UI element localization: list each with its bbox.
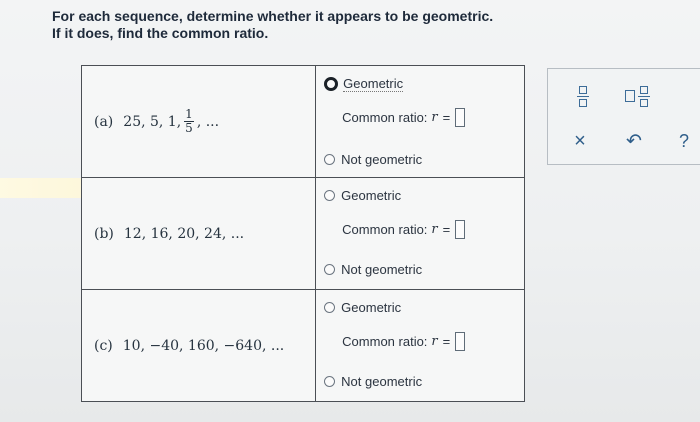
sequence-label: (b) [94,225,114,242]
radio-label: Not geometric [341,262,423,277]
sequence-terms: 25, 5, 1, [123,113,182,130]
clear-icon[interactable]: × [569,129,591,153]
common-ratio-input[interactable] [455,108,466,127]
radio-button[interactable] [324,302,336,313]
radio-label: Geometric [343,76,404,92]
radio-label: Not geometric [341,374,423,389]
ratio-variable: r [431,110,438,125]
prompt-line-1: For each sequence, determine whether it … [52,8,494,24]
common-ratio-row: Common ratio: r = [342,108,466,127]
common-ratio-label: Common ratio: [342,222,428,237]
sequence-terms: 12, 16, 20, 24, ... [123,225,245,242]
options-cell-a: Geometric Common ratio: r = Not geometri… [315,65,525,178]
undo-icon[interactable]: ↶ [623,129,645,153]
question-table: (a) 25, 5, 1, 1 5 , ... Geometric Common… [80,65,525,402]
math-toolbox: × ↶ ? [547,68,700,165]
sequence-label: (a) [94,113,114,130]
fraction-icon[interactable] [573,83,593,109]
radio-label: Not geometric [341,152,423,167]
common-ratio-input[interactable] [455,220,466,239]
question-row-a: (a) 25, 5, 1, 1 5 , ... Geometric Common… [80,65,525,178]
question-row-c: (c) 10, −40, 160, −640, ... Geometric Co… [80,289,525,402]
common-ratio-label: Common ratio: [342,334,428,349]
ratio-variable: r [431,334,438,349]
common-ratio-label: Common ratio: [342,110,428,125]
radio-button[interactable] [324,190,336,201]
options-cell-b: Geometric Common ratio: r = Not geometri… [315,177,525,290]
page: For each sequence, determine whether it … [0,0,700,422]
question-row-b: (b) 12, 16, 20, 24, ... Geometric Common… [80,177,525,290]
radio-option-geometric[interactable]: Geometric [324,188,401,203]
radio-button[interactable] [324,154,336,165]
radio-option-geometric[interactable]: Geometric [324,76,404,92]
prompt-line-2: If it does, find the common ratio. [52,25,269,41]
sequence-cell-c: (c) 10, −40, 160, −640, ... [80,289,317,402]
sequence-terms-tail: , ... [196,113,220,130]
options-cell-c: Geometric Common ratio: r = Not geometri… [315,289,525,402]
mixed-number-icon[interactable] [622,83,652,109]
help-icon[interactable]: ? [673,129,695,153]
radio-option-geometric[interactable]: Geometric [324,300,401,315]
equals-sign: = [442,334,451,349]
common-ratio-input[interactable] [455,332,466,351]
radio-button[interactable] [324,376,336,387]
equals-sign: = [442,222,451,237]
equals-sign: = [442,110,451,125]
sequence-label: (c) [94,337,113,354]
common-ratio-row: Common ratio: r = [342,220,466,239]
radio-label: Geometric [341,188,402,203]
ratio-variable: r [431,222,438,237]
sequence-cell-a: (a) 25, 5, 1, 1 5 , ... [80,65,317,178]
radio-button[interactable] [324,264,336,275]
common-ratio-row: Common ratio: r = [342,332,466,351]
sequence-terms: 10, −40, 160, −640, ... [122,337,285,354]
sequence-cell-b: (b) 12, 16, 20, 24, ... [80,177,317,290]
radio-option-not-geometric[interactable]: Not geometric [324,152,422,167]
radio-label: Geometric [341,300,402,315]
radio-option-not-geometric[interactable]: Not geometric [324,262,422,277]
fraction-numerator: 1 [184,107,194,122]
fraction-term: 1 5 [184,108,194,135]
radio-button-selected[interactable] [324,77,339,91]
question-prompt: For each sequence, determine whether it … [52,8,493,42]
fraction-denominator: 5 [185,121,193,135]
radio-option-not-geometric[interactable]: Not geometric [324,374,422,389]
